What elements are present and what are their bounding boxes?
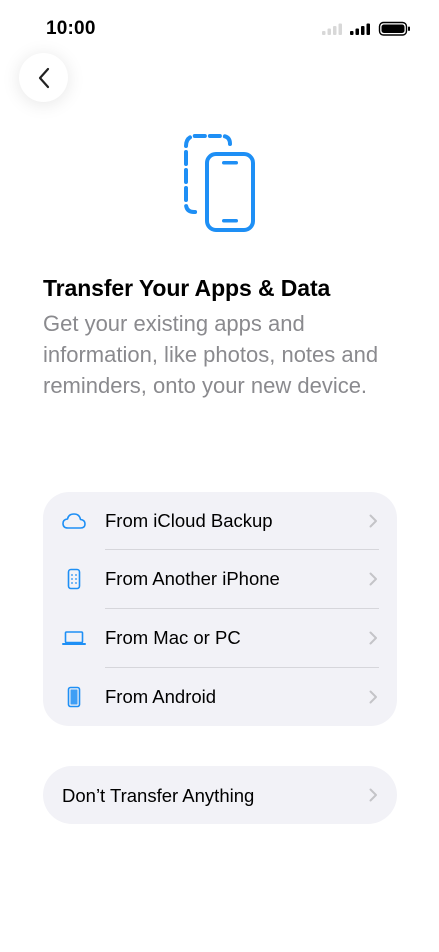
status-icons bbox=[322, 21, 410, 36]
back-button[interactable] bbox=[19, 53, 68, 102]
status-time: 10:00 bbox=[46, 18, 96, 39]
chevron-right-icon bbox=[369, 572, 377, 586]
transfer-options-list: From iCloud Backup From Another iPhone F… bbox=[43, 492, 397, 726]
laptop-icon bbox=[61, 625, 87, 651]
option-android[interactable]: From Android bbox=[43, 668, 397, 726]
android-phone-icon bbox=[61, 684, 87, 710]
option-label: From Android bbox=[105, 686, 217, 707]
page-title: Transfer Your Apps & Data bbox=[43, 275, 331, 301]
option-label: From iCloud Backup bbox=[105, 510, 273, 531]
dont-transfer-label: Don’t Transfer Anything bbox=[62, 785, 255, 806]
page-subtitle: Get your existing apps and information, … bbox=[43, 311, 379, 398]
battery-icon bbox=[378, 21, 410, 36]
chevron-right-icon bbox=[369, 631, 377, 645]
chevron-right-icon bbox=[369, 514, 377, 528]
chevron-right-icon bbox=[369, 788, 377, 802]
cellular-signal-icon bbox=[322, 23, 342, 35]
cloud-icon bbox=[61, 508, 87, 534]
iphone-transfer-icon bbox=[184, 134, 255, 232]
option-another-iphone[interactable]: From Another iPhone bbox=[43, 550, 397, 608]
option-label: From Mac or PC bbox=[105, 627, 241, 648]
chevron-right-icon bbox=[369, 690, 377, 704]
dont-transfer-button[interactable]: Don’t Transfer Anything bbox=[43, 766, 397, 824]
status-bar: 10:00 bbox=[0, 0, 439, 56]
option-label: From Another iPhone bbox=[105, 568, 280, 589]
iphone-icon bbox=[61, 566, 87, 592]
chevron-left-icon bbox=[38, 67, 49, 88]
option-icloud-backup[interactable]: From iCloud Backup bbox=[43, 492, 397, 550]
option-mac-or-pc[interactable]: From Mac or PC bbox=[43, 609, 397, 667]
cellular-signal-icon bbox=[350, 23, 370, 35]
